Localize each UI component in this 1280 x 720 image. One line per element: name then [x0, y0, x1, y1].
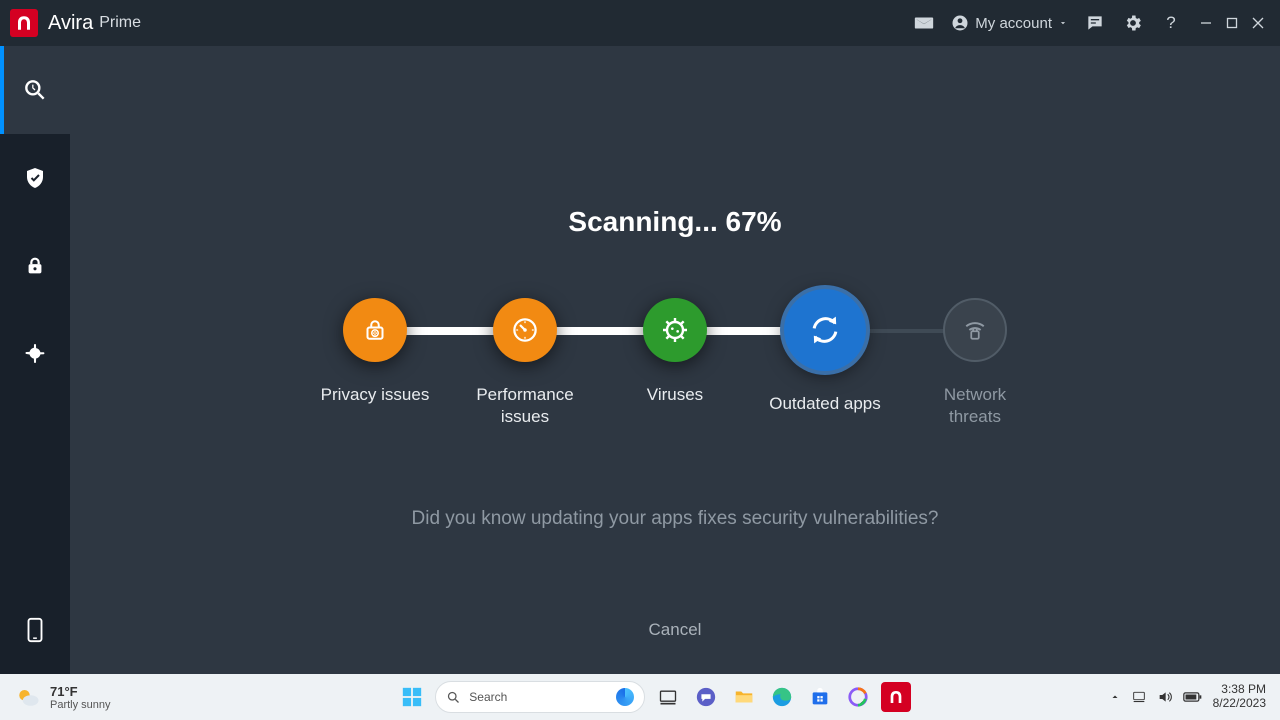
- minimize-button[interactable]: [1196, 13, 1216, 33]
- cancel-button[interactable]: Cancel: [70, 620, 1280, 640]
- sidebar-item-performance[interactable]: [0, 310, 70, 398]
- sidebar-item-mobile[interactable]: [0, 586, 70, 674]
- step-privacy: Privacy issues: [315, 298, 435, 428]
- store-icon[interactable]: [805, 682, 835, 712]
- search-icon: [446, 690, 461, 705]
- weather-temp: 71°F: [50, 684, 111, 699]
- mail-icon[interactable]: [910, 9, 938, 37]
- wifi-lock-icon: [943, 298, 1007, 362]
- step-label: Outdated apps: [769, 393, 881, 415]
- file-explorer-icon[interactable]: [729, 682, 759, 712]
- search-placeholder: Search: [469, 690, 507, 704]
- step-network-threats: Network threats: [915, 298, 1035, 428]
- chevron-down-icon: [1058, 18, 1068, 28]
- start-button[interactable]: [397, 682, 427, 712]
- sidebar: [0, 46, 70, 674]
- volume-icon[interactable]: [1157, 689, 1173, 705]
- taskbar-clock[interactable]: 3:38 PM 8/22/2023: [1213, 683, 1266, 711]
- sidebar-item-security[interactable]: [0, 134, 70, 222]
- bing-icon: [616, 688, 634, 706]
- main-content: Scanning... 67% Privacy issues Performan…: [70, 46, 1280, 674]
- avira-window: Avira Prime My account ?: [0, 0, 1280, 674]
- settings-icon[interactable]: [1119, 9, 1147, 37]
- task-view-icon[interactable]: [653, 682, 683, 712]
- taskbar-center: Search: [200, 681, 1109, 713]
- my-account-label: My account: [975, 15, 1052, 32]
- taskbar: 71°F Partly sunny Search 3:38 PM 8/22/20…: [0, 674, 1280, 720]
- office-icon[interactable]: [843, 682, 873, 712]
- feedback-icon[interactable]: [1081, 9, 1109, 37]
- step-label: Privacy issues: [321, 384, 430, 406]
- sidebar-item-scan[interactable]: [0, 46, 70, 134]
- step-label: Network threats: [944, 384, 1006, 428]
- step-label: Performance issues: [476, 384, 573, 428]
- virus-icon: [643, 298, 707, 362]
- taskbar-search[interactable]: Search: [435, 681, 645, 713]
- edge-icon[interactable]: [767, 682, 797, 712]
- weather-icon: [14, 683, 42, 711]
- step-viruses: Viruses: [615, 298, 735, 428]
- clock-date: 8/22/2023: [1213, 697, 1266, 711]
- scan-steps: Privacy issues Performance issues Viruse…: [315, 298, 1035, 428]
- sidebar-item-privacy[interactable]: [0, 222, 70, 310]
- chat-icon[interactable]: [691, 682, 721, 712]
- my-account-menu[interactable]: My account: [951, 14, 1068, 32]
- avira-taskbar-icon[interactable]: [881, 682, 911, 712]
- sync-icon: [784, 289, 866, 371]
- tray-overflow-icon[interactable]: [1109, 691, 1121, 703]
- step-outdated-apps: Outdated apps: [765, 298, 885, 428]
- system-tray: 3:38 PM 8/22/2023: [1109, 683, 1280, 711]
- help-icon[interactable]: ?: [1157, 9, 1185, 37]
- taskbar-weather[interactable]: 71°F Partly sunny: [0, 683, 200, 711]
- step-performance: Performance issues: [465, 298, 585, 428]
- weather-cond: Partly sunny: [50, 699, 111, 711]
- maximize-button[interactable]: [1222, 13, 1242, 33]
- brand-name: Avira: [48, 12, 93, 35]
- avira-logo-icon: [10, 9, 38, 37]
- privacy-icon: [343, 298, 407, 362]
- close-button[interactable]: [1248, 13, 1268, 33]
- clock-time: 3:38 PM: [1213, 683, 1266, 697]
- brand-suffix: Prime: [99, 14, 141, 32]
- scan-title: Scanning... 67%: [70, 206, 1280, 238]
- step-label: Viruses: [647, 384, 703, 406]
- scan-tip: Did you know updating your apps fixes se…: [70, 508, 1280, 530]
- titlebar: Avira Prime My account ?: [0, 0, 1280, 46]
- onedrive-icon[interactable]: [1131, 689, 1147, 705]
- gauge-icon: [493, 298, 557, 362]
- battery-icon[interactable]: [1183, 691, 1203, 703]
